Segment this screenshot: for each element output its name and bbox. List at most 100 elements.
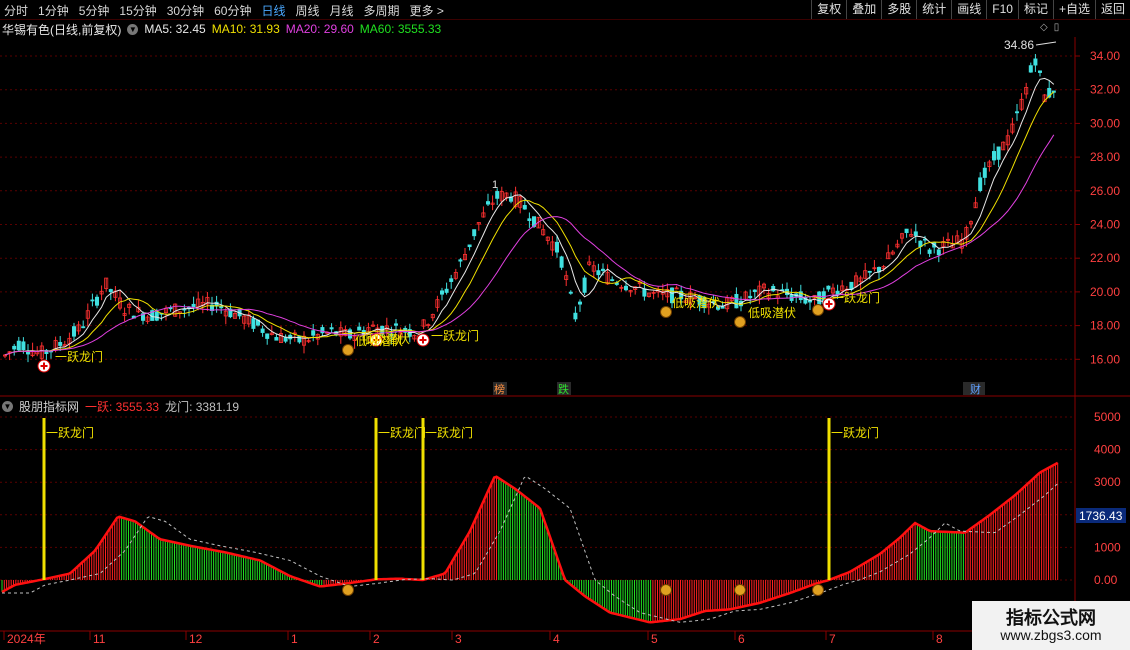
candle-body [587,261,592,265]
period-tabs: 分时 1分钟 5分钟 15分钟 30分钟 60分钟 日线 周线 月线 多周期 更… [4,2,444,19]
candle-body [518,196,523,208]
candle-body [297,335,302,343]
candle-body [550,241,555,251]
tab-15min[interactable]: 15分钟 [119,2,156,19]
candle-body [12,345,17,350]
candle-body [242,315,247,324]
draw-line-button[interactable]: 画线 [951,0,986,19]
diamond-icon[interactable]: ◇ [1040,22,1048,33]
candle-body [812,294,817,299]
candle-body [444,288,449,293]
candle-body [219,306,224,309]
candle-body [582,277,587,293]
statistics-button[interactable]: 统计 [916,0,951,19]
candle-body [407,329,412,337]
signal-label: 低吸潜伏 [672,296,720,310]
ma20-line [4,134,1055,356]
candle-body [301,335,306,346]
event-tag-die-label: 跌 [558,382,569,396]
tab-fenshi[interactable]: 分时 [4,2,28,19]
candle-body [205,296,210,305]
candle-body [260,328,265,333]
price-tick-label: 22.00 [1090,251,1120,265]
restore-rights-button[interactable]: 复权 [811,0,846,19]
buy-plus-icon-cross [40,362,48,370]
money-bag-icon [342,584,354,596]
candle-body [913,231,918,236]
signal-label: 低吸潜伏 [748,306,796,320]
candle-body [785,288,790,295]
candle-body [44,349,49,354]
ma20-value: MA20: 29.60 [285,22,354,36]
event-tag-cai[interactable]: 财 [963,382,985,396]
candle-body [513,191,518,208]
indicator-tick-label: 3000 [1094,475,1121,489]
mark-button[interactable]: 标记 [1017,0,1053,19]
candle-body [619,286,624,289]
candle-body [458,259,463,262]
candle-body [223,310,228,317]
candle-body [462,254,467,261]
signal-label: 低吸潜伏 [355,334,403,348]
chart-frame [0,37,1130,632]
tab-more[interactable]: 更多 > [410,2,444,19]
event-tag-bang-label: 榜 [494,382,505,396]
candle-body [863,270,868,279]
date-tick-label: 11 [93,632,106,646]
candle-body [904,228,909,234]
money-bag-icon [342,344,354,356]
main-chart-legend: 华锡有色(日线,前复权) ▼ MA5: 32.45 MA10: 31.93 MA… [2,21,441,37]
add-watchlist-button[interactable]: +自选 [1052,0,1095,19]
tab-weekly[interactable]: 周线 [295,2,319,19]
dropdown-circle-icon[interactable]: ▼ [127,23,139,35]
money-bag-icon [734,316,746,328]
window-icon[interactable]: ▯ [1054,22,1060,33]
overlay-button[interactable]: 叠加 [846,0,881,19]
event-tag-die[interactable]: 跌 [557,382,571,396]
tab-multi-period[interactable]: 多周期 [364,2,400,19]
candle-body [426,324,431,327]
candle-body [251,318,256,329]
candle-body [950,243,955,249]
candle-body [366,327,371,333]
candle-body [1033,58,1038,66]
multi-stock-button[interactable]: 多股 [881,0,916,19]
candle-body [757,285,762,297]
kline-chart[interactable]: 34.0032.0030.0028.0026.0024.0022.0020.00… [0,0,1130,650]
candle-body [127,303,132,308]
indicator-tick-label: 0.00 [1094,573,1118,587]
candle-body [946,238,951,241]
tab-1min[interactable]: 1分钟 [38,2,69,19]
indicator-legend: ▼ 股朋指标网 一跃: 3555.33 龙门: 3381.19 [2,398,239,414]
tab-30min[interactable]: 30分钟 [167,2,204,19]
candle-body [789,294,794,301]
indicator-a-value: 一跃: 3555.33 [85,399,160,414]
ma10-value: MA10: 31.93 [211,22,280,36]
indicator-b-value: 龙门: 3381.19 [165,399,240,414]
candle-body [269,332,274,335]
candle-body [596,270,601,276]
tab-monthly[interactable]: 月线 [330,2,354,19]
candle-body [288,334,293,340]
signal-label: 一跃龙门 [55,349,103,364]
ma5-value: MA5: 32.45 [144,22,206,36]
back-button[interactable]: 返回 [1094,0,1130,19]
candle-body [900,233,905,239]
indicator-dropdown-icon[interactable]: ▼ [2,400,13,412]
candle-body [357,326,362,331]
candle-body [361,330,366,336]
candle-body [568,291,573,294]
tab-5min[interactable]: 5分钟 [79,2,110,19]
candle-body [118,297,123,309]
tab-60min[interactable]: 60分钟 [214,2,251,19]
candle-body [278,333,283,343]
event-tag-bang[interactable]: 榜 [493,382,507,396]
indicator-histogram [1,462,1059,623]
date-tick-label: 12 [189,632,203,646]
f10-button[interactable]: F10 [986,0,1018,19]
candle-body [849,281,854,290]
candle-body [821,291,826,304]
candle-body [329,327,334,330]
tab-daily[interactable]: 日线 [261,2,285,19]
candle-body [803,297,808,304]
